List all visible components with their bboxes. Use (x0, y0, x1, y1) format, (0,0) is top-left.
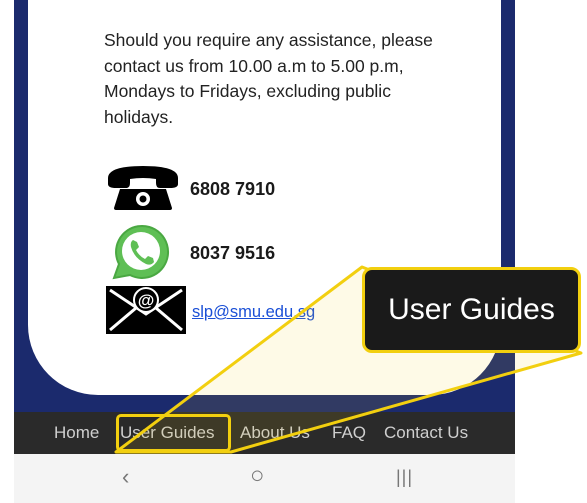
phone-row: 6808 7910 (104, 162, 275, 217)
recents-button[interactable]: ||| (396, 467, 413, 488)
assistance-info-text: Should you require any assistance, pleas… (104, 30, 433, 127)
nav-faq[interactable]: FAQ (332, 412, 366, 454)
email-row: @ slp@smu.edu.sg (104, 284, 315, 341)
telephone-icon (104, 162, 182, 217)
nav-about-us[interactable]: About Us (240, 412, 310, 454)
email-link[interactable]: slp@smu.edu.sg (192, 303, 315, 322)
phone-number[interactable]: 6808 7910 (190, 179, 275, 200)
whatsapp-row: 8037 9516 (104, 220, 275, 287)
phone-viewport: Should you require any assistance, pleas… (14, 0, 515, 503)
system-nav-bar: ‹ ○ ||| (14, 454, 515, 503)
whatsapp-icon (104, 220, 182, 287)
home-button[interactable]: ○ (250, 462, 265, 490)
nav-home[interactable]: Home (54, 412, 99, 454)
back-button[interactable]: ‹ (122, 464, 129, 490)
svg-text:@: @ (138, 291, 155, 310)
site-nav-bar: Home User Guides About Us FAQ Contact Us (14, 412, 515, 454)
whatsapp-number[interactable]: 8037 9516 (190, 243, 275, 264)
highlight-user-guides (116, 414, 231, 452)
user-guides-callout: User Guides (362, 267, 581, 353)
email-envelope-icon: @ (104, 284, 188, 341)
screen: Should you require any assistance, pleas… (0, 0, 587, 503)
nav-contact-us[interactable]: Contact Us (384, 412, 468, 454)
